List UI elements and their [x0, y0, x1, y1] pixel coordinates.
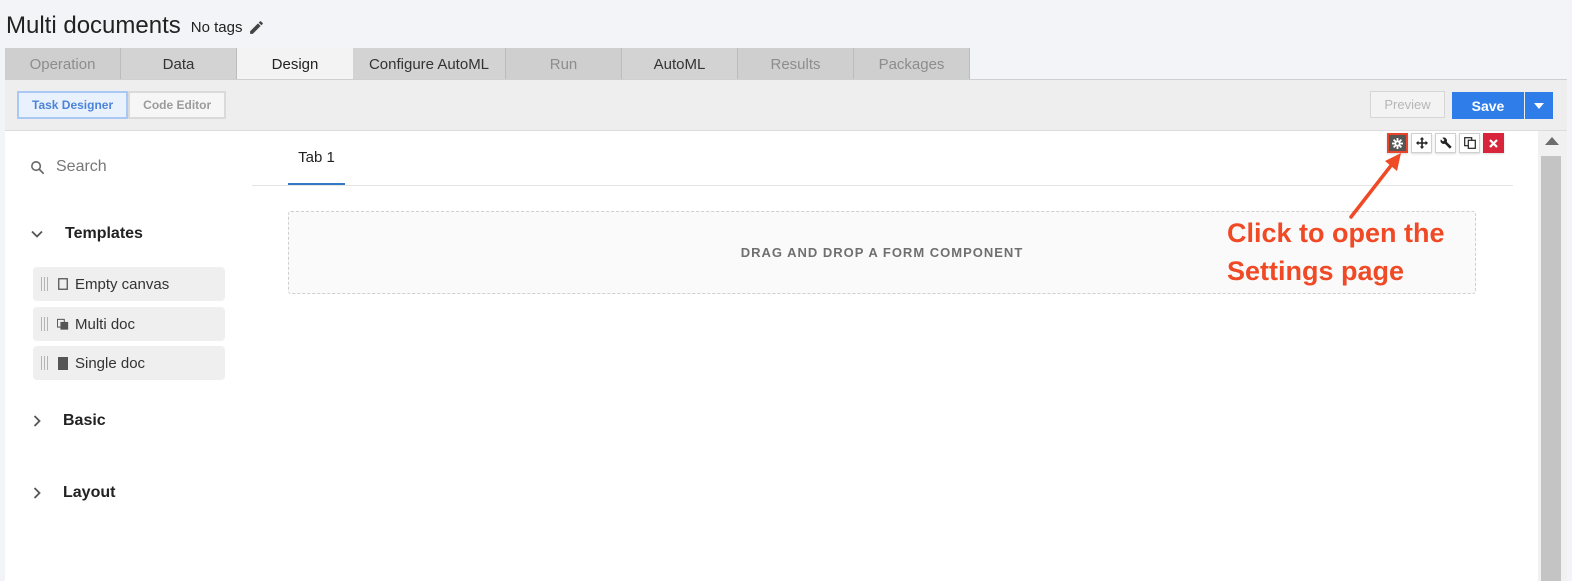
- wrench-icon: [1439, 137, 1451, 149]
- preview-button[interactable]: Preview: [1370, 91, 1445, 118]
- dropzone-text: DRAG AND DROP A FORM COMPONENT: [740, 245, 1024, 260]
- single-doc-icon: [57, 356, 69, 370]
- copy-icon: [1463, 137, 1476, 149]
- section-templates[interactable]: Templates: [29, 225, 143, 243]
- template-empty-canvas[interactable]: Empty canvas: [33, 267, 225, 301]
- edit-pencil-icon[interactable]: [248, 19, 265, 36]
- annotation-arrow: [1349, 153, 1401, 219]
- save-button[interactable]: Save: [1452, 92, 1524, 119]
- tab-data[interactable]: Data: [121, 48, 237, 80]
- title-row: Multi documents No tags: [6, 10, 265, 42]
- template-label: Multi doc: [75, 315, 136, 333]
- scroll-thumb[interactable]: [1541, 156, 1561, 581]
- search-icon: [31, 160, 45, 174]
- caret-down-icon: [1534, 102, 1544, 109]
- tab-divider: [252, 185, 1513, 186]
- section-basic[interactable]: Basic: [29, 412, 106, 430]
- settings-gear-button[interactable]: [1387, 133, 1408, 153]
- close-icon: [1489, 138, 1498, 148]
- annotation-callout: Click to open the Settings page: [1227, 214, 1497, 290]
- drag-handle-icon[interactable]: [41, 277, 51, 291]
- page-title: Multi documents: [6, 12, 181, 39]
- drag-handle-icon[interactable]: [41, 317, 51, 331]
- editor-mode-toggle: Task Designer Code Editor: [17, 91, 227, 119]
- annotation-line-2: Settings page: [1227, 256, 1405, 286]
- tab-operation[interactable]: Operation: [5, 48, 121, 80]
- designer-main: Templates Empty canvas Multi doc Single …: [5, 131, 1538, 581]
- drag-handle-icon[interactable]: [41, 356, 51, 370]
- tab-run[interactable]: Run: [506, 48, 622, 80]
- scroll-up-arrow-icon[interactable]: [1545, 137, 1559, 145]
- template-single-doc[interactable]: Single doc: [33, 346, 225, 380]
- tab-packages[interactable]: Packages: [854, 48, 970, 80]
- section-label-layout: Layout: [63, 484, 116, 501]
- template-label: Empty canvas: [75, 275, 170, 293]
- move-button[interactable]: [1411, 133, 1432, 153]
- search-input[interactable]: [56, 158, 226, 176]
- vertical-scrollbar[interactable]: [1538, 131, 1567, 581]
- template-multi-doc[interactable]: Multi doc: [33, 307, 225, 341]
- main-tabs: Operation Data Design Configure AutoML R…: [5, 48, 970, 80]
- copy-button[interactable]: [1459, 133, 1480, 153]
- canvas-tab-1[interactable]: Tab 1: [288, 149, 345, 166]
- chevron-right-icon: [33, 415, 41, 427]
- chevron-right-icon: [33, 487, 41, 499]
- design-toolbar: Task Designer Code Editor Preview Save: [5, 79, 1567, 131]
- code-editor-button[interactable]: Code Editor: [128, 91, 227, 119]
- section-label-basic: Basic: [63, 412, 106, 429]
- section-layout[interactable]: Layout: [29, 484, 115, 502]
- tags-label[interactable]: No tags: [191, 19, 243, 36]
- tab-configure-automl[interactable]: Configure AutoML: [353, 48, 506, 80]
- section-label-templates: Templates: [65, 225, 143, 242]
- chevron-down-icon: [31, 230, 43, 238]
- task-designer-button[interactable]: Task Designer: [17, 91, 129, 119]
- remove-button[interactable]: [1483, 133, 1504, 153]
- multi-doc-icon: [57, 318, 69, 331]
- edit-button[interactable]: [1435, 133, 1456, 153]
- tab-design[interactable]: Design: [237, 48, 353, 80]
- template-label: Single doc: [75, 354, 146, 372]
- tab-results[interactable]: Results: [738, 48, 854, 80]
- empty-canvas-icon: [57, 278, 69, 290]
- annotation-line-1: Click to open the: [1227, 218, 1445, 248]
- save-dropdown-button[interactable]: [1525, 92, 1553, 119]
- move-icon: [1415, 137, 1428, 149]
- sidebar-search: [29, 158, 226, 176]
- tab-automl[interactable]: AutoML: [622, 48, 738, 80]
- gear-icon: [1392, 137, 1403, 149]
- component-controls: [1387, 133, 1504, 153]
